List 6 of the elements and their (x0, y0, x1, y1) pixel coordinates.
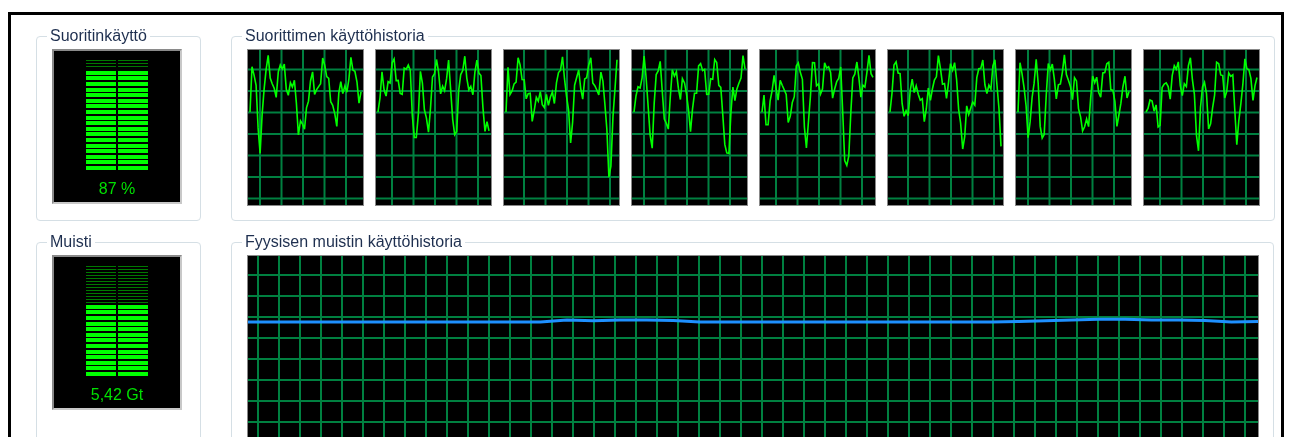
usage-reading: 87 % (98, 180, 136, 198)
group-title: Suoritinkäyttö (49, 27, 148, 45)
group-title: Muisti (49, 233, 93, 251)
usage-reading: 5,42 Gt (90, 386, 144, 404)
group-title: Fyysisen muistin käyttöhistoria (244, 233, 463, 251)
group-title: Suorittimen käyttöhistoria (244, 27, 426, 45)
